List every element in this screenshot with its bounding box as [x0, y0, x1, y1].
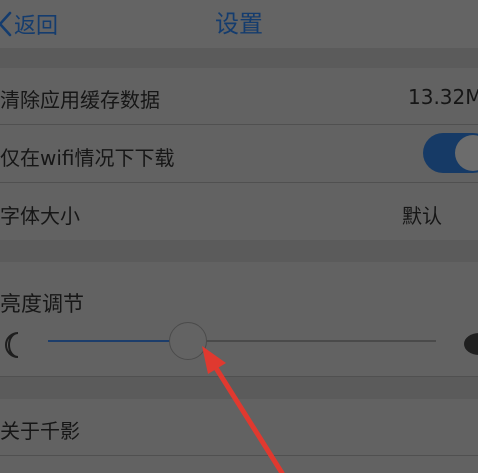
annotation-arrow-icon: [202, 346, 285, 473]
